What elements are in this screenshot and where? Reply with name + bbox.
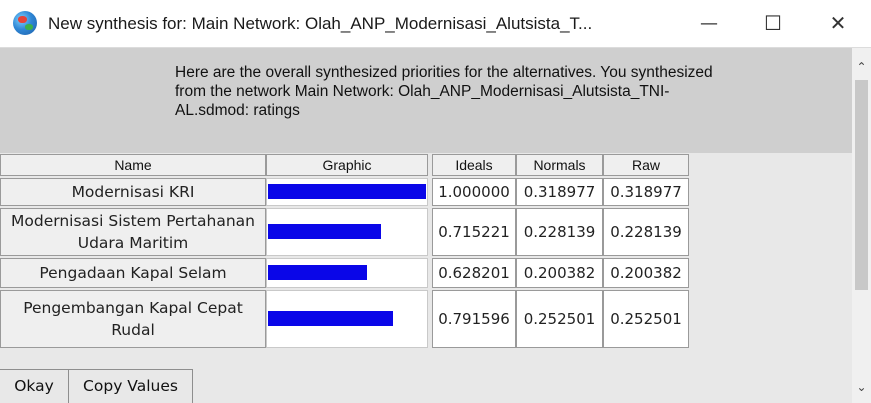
close-button[interactable]: ✕: [805, 0, 871, 47]
row-ideals-cell: 1.000000: [432, 178, 516, 206]
vertical-scrollbar[interactable]: ⌃ ⌄: [852, 48, 871, 403]
row-ideals-cell: 0.791596: [432, 290, 516, 348]
window-title: New synthesis for: Main Network: Olah_AN…: [48, 14, 593, 33]
row-normals-cell: 0.200382: [516, 258, 603, 288]
priority-bar: [268, 224, 381, 239]
column-header-graphic[interactable]: Graphic: [266, 154, 428, 176]
priority-bar: [268, 184, 426, 199]
row-raw-cell: 0.252501: [603, 290, 689, 348]
app-globe-icon: [13, 11, 37, 35]
minimize-button[interactable]: —: [676, 0, 742, 47]
column-header-normals[interactable]: Normals: [516, 154, 603, 176]
row-normals-cell: 0.228139: [516, 208, 603, 256]
row-name-cell: Modernisasi KRI: [0, 178, 266, 206]
row-raw-cell: 0.228139: [603, 208, 689, 256]
column-header-ideals[interactable]: Ideals: [432, 154, 516, 176]
row-normals-cell: 0.252501: [516, 290, 603, 348]
copy-values-button[interactable]: Copy Values: [68, 369, 193, 403]
row-ideals-cell: 0.715221: [432, 208, 516, 256]
scroll-up-arrow-icon[interactable]: ⌃: [852, 60, 871, 74]
row-name-cell: Modernisasi Sistem Pertahanan Udara Mari…: [0, 208, 266, 256]
okay-button[interactable]: Okay: [0, 369, 69, 403]
priority-bar: [268, 265, 367, 280]
column-header-name[interactable]: Name: [0, 154, 266, 176]
scrollbar-thumb[interactable]: [855, 80, 868, 290]
row-graphic-cell: [266, 258, 428, 288]
row-graphic-cell: [266, 178, 428, 206]
message-text: Here are the overall synthesized priorit…: [175, 64, 713, 119]
message-panel: Here are the overall synthesized priorit…: [0, 48, 852, 153]
priority-bar: [268, 311, 393, 326]
button-bar: Okay Copy Values: [0, 364, 852, 403]
row-ideals-cell: 0.628201: [432, 258, 516, 288]
row-name-cell: Pengembangan Kapal Cepat Rudal: [0, 290, 266, 348]
column-header-raw[interactable]: Raw: [603, 154, 689, 176]
row-graphic-cell: [266, 290, 428, 348]
row-raw-cell: 0.318977: [603, 178, 689, 206]
row-graphic-cell: [266, 208, 428, 256]
row-normals-cell: 0.318977: [516, 178, 603, 206]
scroll-down-arrow-icon[interactable]: ⌄: [852, 380, 871, 394]
row-raw-cell: 0.200382: [603, 258, 689, 288]
title-bar: New synthesis for: Main Network: Olah_AN…: [0, 0, 871, 48]
row-name-cell: Pengadaan Kapal Selam: [0, 258, 266, 288]
synthesis-panel: Here are the overall synthesized priorit…: [0, 48, 852, 403]
maximize-button[interactable]: ☐: [740, 0, 806, 47]
